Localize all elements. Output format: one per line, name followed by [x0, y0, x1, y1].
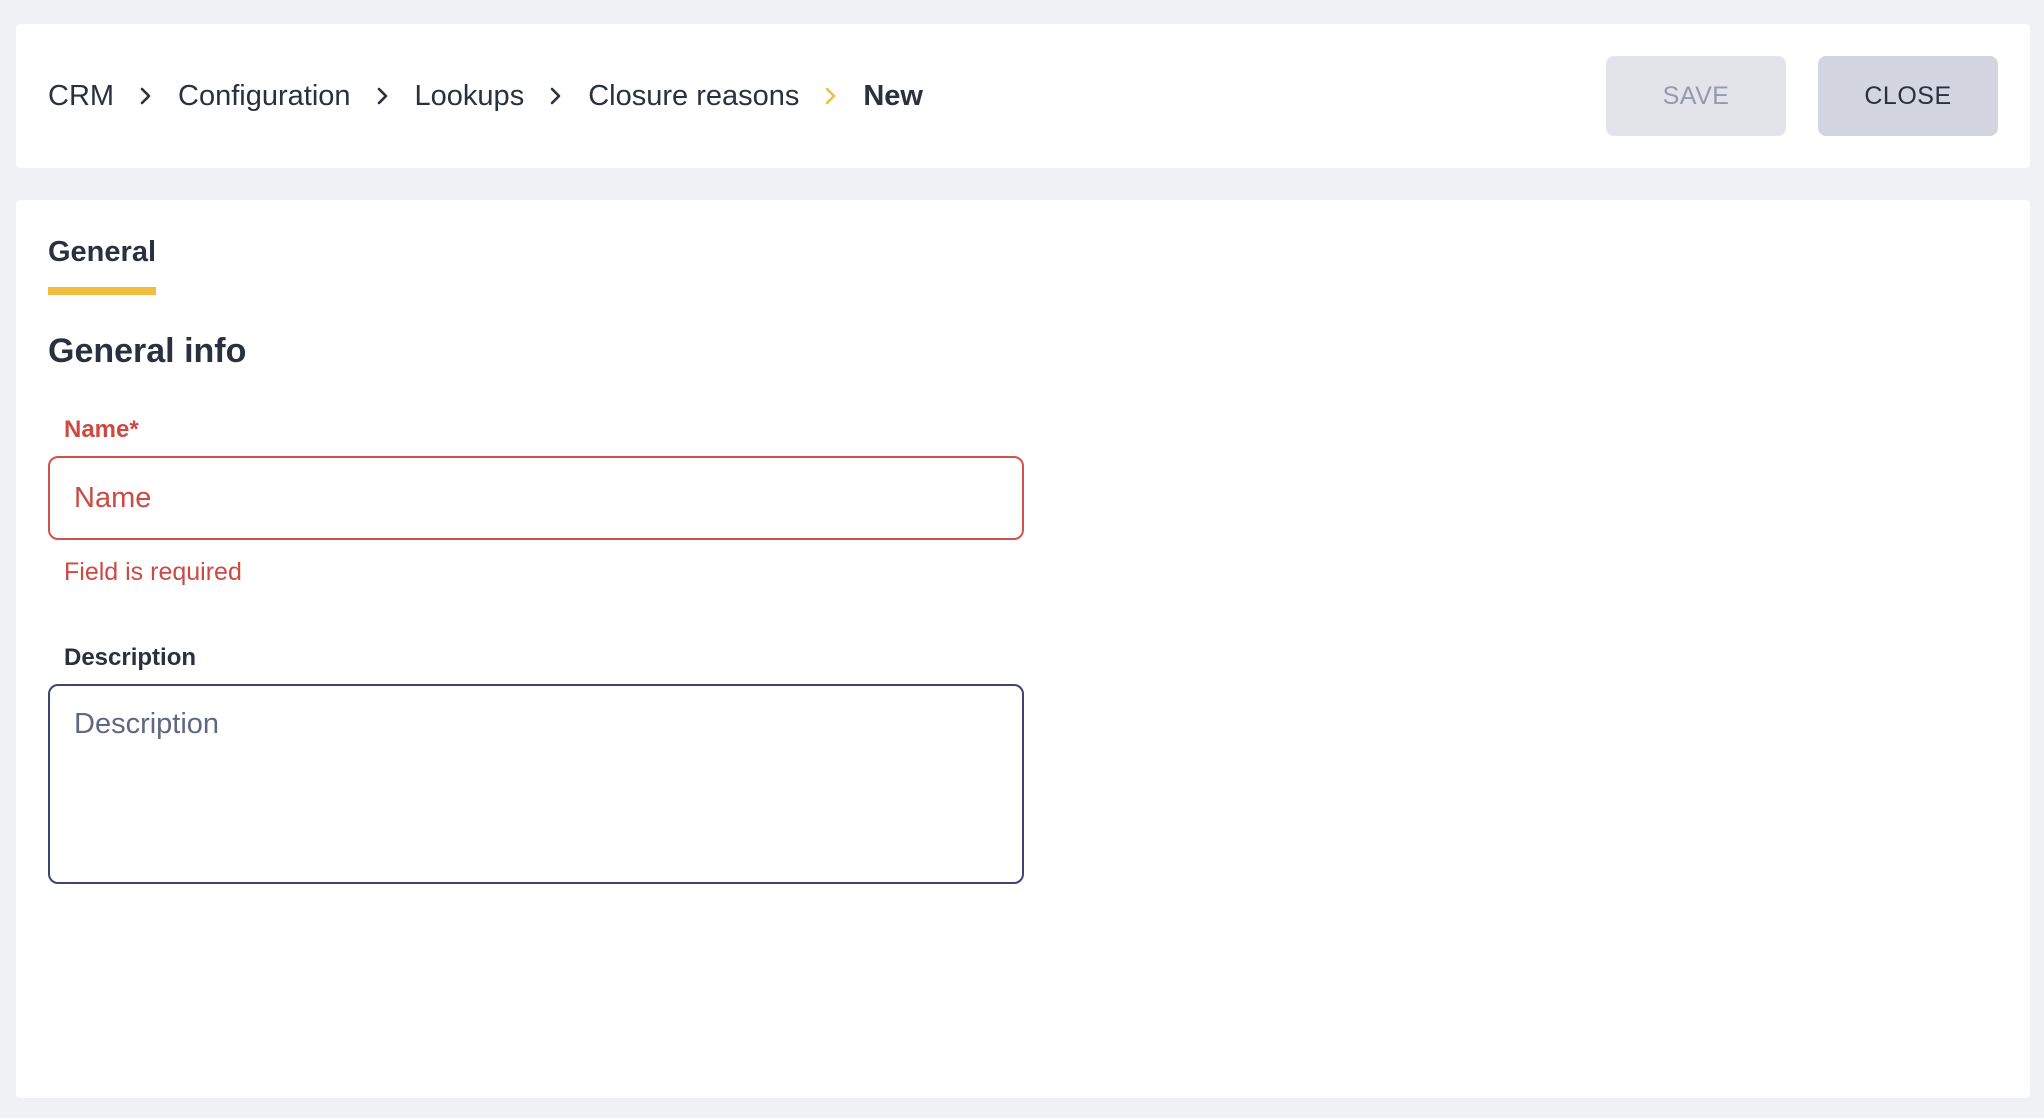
- name-label: Name*: [64, 416, 139, 443]
- breadcrumb-item-closure-reasons[interactable]: Closure reasons: [588, 80, 799, 113]
- chevron-right-icon: [114, 81, 178, 111]
- name-input[interactable]: [48, 456, 1024, 540]
- chevron-right-icon: [524, 81, 588, 111]
- description-input[interactable]: [48, 684, 1024, 884]
- chevron-right-icon: [799, 81, 863, 111]
- form-panel: General General info Name* Field is requ…: [16, 200, 2030, 1098]
- page-header: CRM Configuration Lookups Closure reason…: [16, 24, 2030, 168]
- breadcrumb: CRM Configuration Lookups Closure reason…: [48, 24, 923, 168]
- breadcrumb-current: New: [863, 79, 923, 112]
- name-error-message: Field is required: [64, 558, 242, 586]
- save-button[interactable]: SAVE: [1606, 56, 1786, 136]
- breadcrumb-item-crm[interactable]: CRM: [48, 80, 114, 113]
- breadcrumb-item-configuration[interactable]: Configuration: [178, 80, 351, 113]
- description-label: Description: [64, 644, 197, 671]
- section-title: General info: [48, 332, 247, 370]
- breadcrumb-item-lookups[interactable]: Lookups: [415, 80, 525, 113]
- close-button[interactable]: CLOSE: [1818, 56, 1998, 136]
- chevron-right-icon: [351, 81, 415, 111]
- tab-general[interactable]: General: [48, 236, 156, 295]
